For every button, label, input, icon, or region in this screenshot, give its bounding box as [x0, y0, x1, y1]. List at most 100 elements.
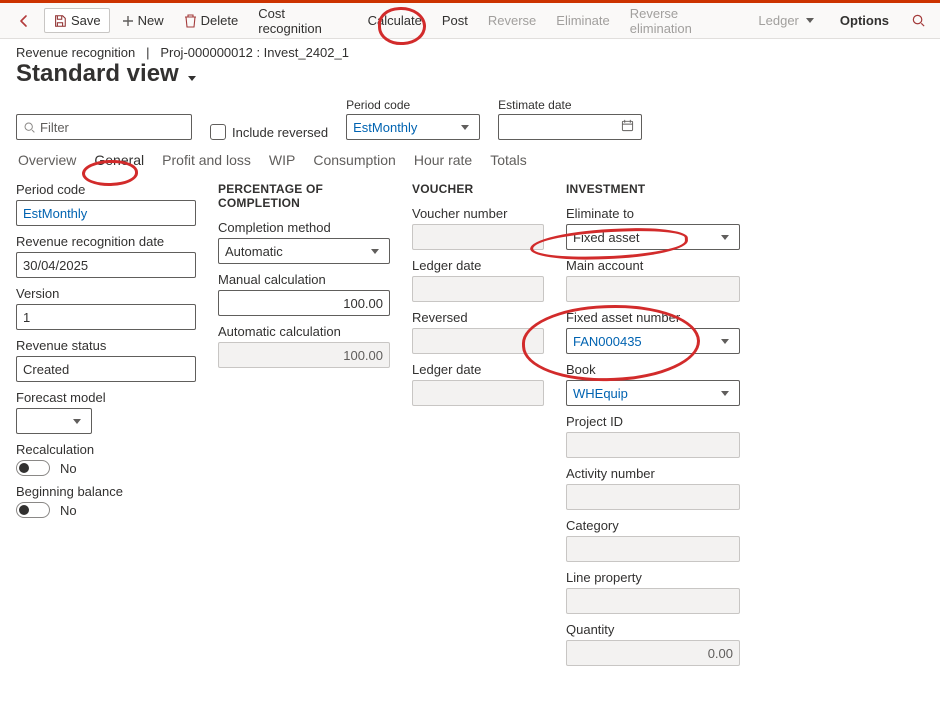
include-reversed-checkbox[interactable]: Include reversed	[210, 124, 328, 140]
beginning-balance-toggle[interactable]	[16, 502, 50, 518]
period-code-value: EstMonthly	[23, 206, 87, 221]
version-field[interactable]: 1	[16, 304, 196, 330]
manual-calc-value: 100.00	[343, 296, 383, 311]
eliminate-to-label: Eliminate to	[566, 206, 740, 221]
tab-hour-rate[interactable]: Hour rate	[412, 150, 474, 170]
calculate-button[interactable]: Calculate	[360, 9, 430, 32]
main-account-field	[566, 276, 740, 302]
chevron-down-icon	[717, 335, 733, 347]
auto-calc-field: 100.00	[218, 342, 390, 368]
completion-method-field[interactable]: Automatic	[218, 238, 390, 264]
column-investment: INVESTMENT Eliminate to Fixed asset Main…	[566, 182, 740, 666]
quantity-field: 0.00	[566, 640, 740, 666]
fixed-asset-number-value: FAN000435	[573, 334, 642, 349]
fixed-asset-number-field[interactable]: FAN000435	[566, 328, 740, 354]
reversed-field	[412, 328, 544, 354]
save-icon	[53, 14, 67, 28]
section-percentage: PERCENTAGE OF COMPLETION	[218, 182, 390, 210]
beginning-balance-label: Beginning balance	[16, 484, 196, 499]
tab-wip[interactable]: WIP	[267, 150, 297, 170]
page-title-text: Standard view	[16, 60, 179, 88]
page-title[interactable]: Standard view	[0, 60, 940, 94]
reversed-label: Reversed	[412, 310, 544, 325]
breadcrumb-sep: |	[146, 45, 149, 60]
line-property-label: Line property	[566, 570, 740, 585]
forecast-model-field[interactable]	[16, 408, 92, 434]
save-label: Save	[71, 13, 101, 28]
auto-calc-label: Automatic calculation	[218, 324, 390, 339]
rev-date-field[interactable]: 30/04/2025	[16, 252, 196, 278]
tab-profit-and-loss[interactable]: Profit and loss	[160, 150, 253, 170]
eliminate-to-field[interactable]: Fixed asset	[566, 224, 740, 250]
tab-consumption[interactable]: Consumption	[311, 150, 398, 170]
activity-number-label: Activity number	[566, 466, 740, 481]
save-button[interactable]: Save	[44, 8, 110, 33]
options-button[interactable]: Options	[832, 9, 897, 32]
period-code-filter[interactable]: EstMonthly	[346, 114, 480, 140]
category-field	[566, 536, 740, 562]
version-label: Version	[16, 286, 196, 301]
project-id-label: Project ID	[566, 414, 740, 429]
period-code-filter-label: Period code	[346, 98, 480, 112]
breadcrumb: Revenue recognition | Proj-000000012 : I…	[0, 39, 940, 60]
reverse-button[interactable]: Reverse	[480, 9, 544, 32]
quantity-value: 0.00	[708, 646, 733, 661]
post-button[interactable]: Post	[434, 9, 476, 32]
beginning-balance-value: No	[60, 503, 77, 518]
period-code-filter-value: EstMonthly	[353, 120, 417, 135]
revenue-status-label: Revenue status	[16, 338, 196, 353]
eliminate-button[interactable]: Eliminate	[548, 9, 617, 32]
eliminate-to-value: Fixed asset	[573, 230, 639, 245]
revenue-status-field[interactable]: Created	[16, 356, 196, 382]
column-percentage: PERCENTAGE OF COMPLETION Completion meth…	[218, 182, 390, 368]
completion-method-label: Completion method	[218, 220, 390, 235]
filter-placeholder: Filter	[40, 120, 69, 135]
include-reversed-label: Include reversed	[232, 125, 328, 140]
line-property-field	[566, 588, 740, 614]
fixed-asset-number-label: Fixed asset number	[566, 310, 740, 325]
chevron-down-icon	[367, 245, 383, 257]
section-investment: INVESTMENT	[566, 182, 740, 196]
period-code-field[interactable]: EstMonthly	[16, 200, 196, 226]
manual-calc-field[interactable]: 100.00	[218, 290, 390, 316]
main-account-label: Main account	[566, 258, 740, 273]
back-button[interactable]	[8, 9, 40, 33]
reverse-elimination-button[interactable]: Reverse elimination	[622, 2, 747, 40]
checkbox-icon	[210, 124, 226, 140]
chevron-down-icon	[457, 121, 473, 133]
ledger-date2-label: Ledger date	[412, 362, 544, 377]
tab-overview[interactable]: Overview	[16, 150, 78, 170]
manual-calc-label: Manual calculation	[218, 272, 390, 287]
trash-icon	[184, 14, 197, 28]
search-icon	[23, 121, 36, 134]
voucher-number-label: Voucher number	[412, 206, 544, 221]
cost-recognition-button[interactable]: Cost recognition	[250, 2, 355, 40]
form-tabs: Overview General Profit and loss WIP Con…	[0, 150, 940, 178]
estimate-date-input[interactable]	[498, 114, 642, 140]
tab-totals[interactable]: Totals	[488, 150, 529, 170]
column-general: Period code EstMonthly Revenue recogniti…	[16, 182, 196, 518]
book-field[interactable]: WHEquip	[566, 380, 740, 406]
recalculation-value: No	[60, 461, 77, 476]
estimate-date-label: Estimate date	[498, 98, 642, 112]
plus-icon	[122, 15, 134, 27]
calendar-icon	[619, 119, 635, 135]
tab-general[interactable]: General	[92, 150, 146, 170]
toolbar: Save New Delete Cost recognition Calcula…	[0, 3, 940, 39]
voucher-number-field	[412, 224, 544, 250]
chevron-down-icon	[185, 60, 196, 88]
search-button[interactable]	[905, 9, 932, 32]
ledger-dropdown[interactable]: Ledger	[750, 9, 821, 32]
new-button[interactable]: New	[114, 9, 172, 32]
ledger-date1-field	[412, 276, 544, 302]
book-value: WHEquip	[573, 386, 628, 401]
auto-calc-value: 100.00	[343, 348, 383, 363]
rev-date-label: Revenue recognition date	[16, 234, 196, 249]
ledger-date1-label: Ledger date	[412, 258, 544, 273]
recalculation-label: Recalculation	[16, 442, 196, 457]
delete-button[interactable]: Delete	[176, 9, 247, 32]
filter-input[interactable]: Filter	[16, 114, 192, 140]
chevron-down-icon	[69, 415, 85, 427]
recalculation-toggle[interactable]	[16, 460, 50, 476]
arrow-left-icon	[16, 13, 32, 29]
